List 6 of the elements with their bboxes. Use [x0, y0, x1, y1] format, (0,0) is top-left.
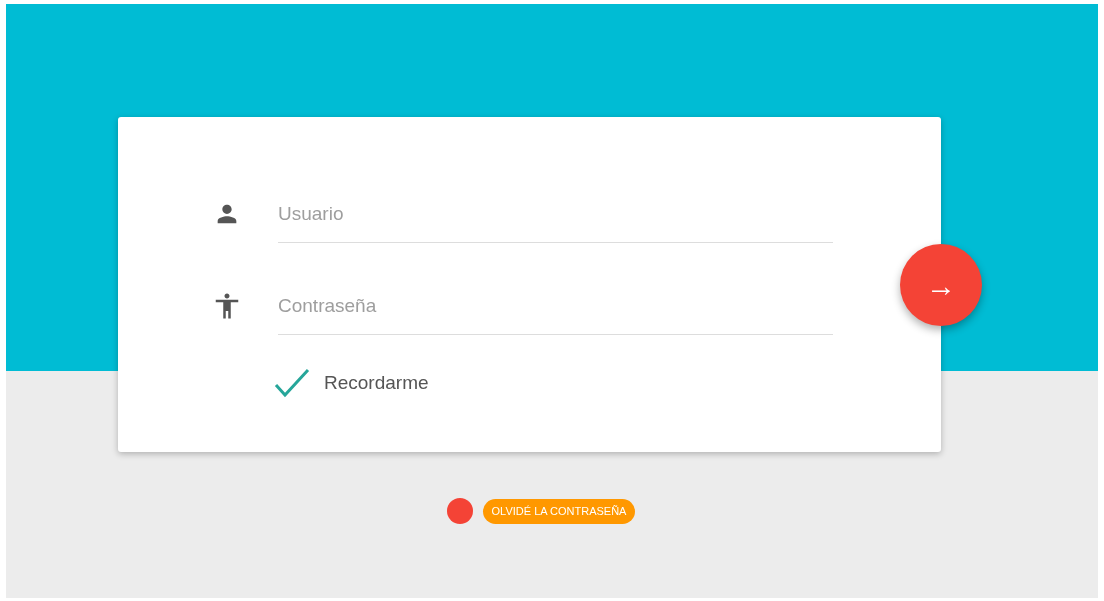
submit-button[interactable]: → — [900, 244, 982, 326]
checkmark-icon — [274, 368, 310, 398]
username-field[interactable]: Usuario — [278, 185, 833, 243]
forgot-password-link[interactable]: OLVIDÉ LA CONTRASEÑA — [482, 498, 636, 524]
password-field[interactable]: Contraseña — [278, 277, 833, 335]
remember-label: Recordarme — [324, 370, 429, 395]
